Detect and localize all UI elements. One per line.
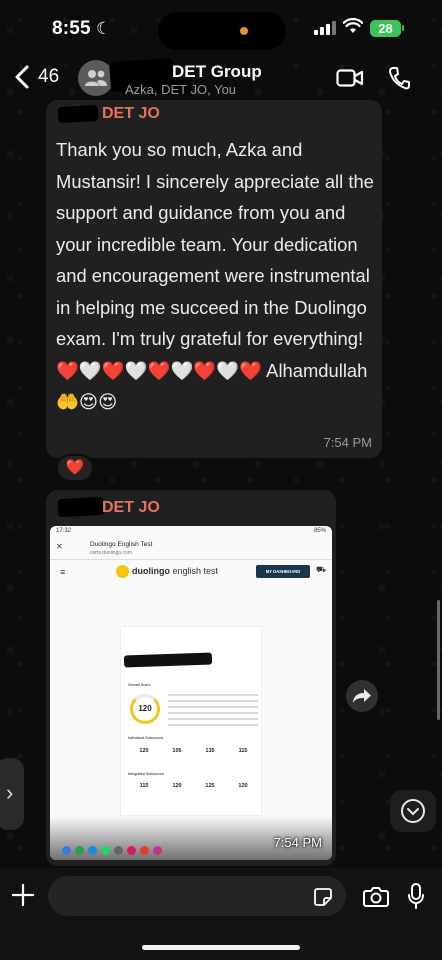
screenshot-subscore: 115 xyxy=(139,783,149,789)
screenshot-subscore: 120 xyxy=(238,783,248,789)
phone-icon[interactable] xyxy=(388,66,410,90)
message-reaction[interactable]: ❤️ xyxy=(56,454,94,482)
screenshot-subscore: 120 xyxy=(172,783,182,789)
duolingo-logo-icon xyxy=(116,565,129,578)
screenshot-dashboard-button: MY DASHBOARD xyxy=(256,565,310,578)
status-bar: 8:55 ☾ 28 xyxy=(0,0,442,60)
screenshot-status-bar: 17:32 85% xyxy=(50,526,332,538)
screenshot-browser-tab: ✕ Duolingo English Test certs.duolingo.c… xyxy=(50,538,332,560)
plus-icon[interactable] xyxy=(10,882,36,908)
screenshot-subscore: 125 xyxy=(205,783,215,789)
group-members[interactable]: Azka, DET JO, You xyxy=(125,82,236,97)
microphone-icon[interactable] xyxy=(407,882,425,910)
screenshot-tab-url: certs.duolingo.com xyxy=(90,550,132,556)
screenshot-navbar: ≡ duolingo english test MY DASHBOARD ⛟ xyxy=(50,561,332,583)
chevron-down-icon xyxy=(401,799,425,823)
screenshot-individual-label: Individual Subscores xyxy=(128,736,164,740)
close-icon: ✕ xyxy=(56,542,63,551)
scroll-to-bottom-button[interactable] xyxy=(390,790,436,832)
battery-tip xyxy=(402,25,404,31)
message-input[interactable] xyxy=(48,876,346,916)
screenshot-subscore: 105 xyxy=(172,748,182,754)
sender-name[interactable]: DET JO xyxy=(102,105,160,123)
home-indicator xyxy=(142,945,300,950)
screenshot-subscore: 120 xyxy=(139,748,149,754)
sticker-icon[interactable] xyxy=(313,887,333,907)
moon-icon: ☾ xyxy=(96,19,112,38)
signal-icon xyxy=(314,21,336,35)
chevron-right-icon: › xyxy=(6,780,14,805)
message-bubble[interactable]: DET JO Thank you so much, Azka and Musta… xyxy=(46,100,382,458)
side-panel-handle[interactable]: › xyxy=(0,758,24,830)
screenshot-overall-score: 120 xyxy=(130,694,160,724)
sender-name[interactable]: DET JO xyxy=(102,499,160,517)
redaction-mark xyxy=(57,104,99,124)
scroll-indicator xyxy=(437,600,440,720)
dynamic-island xyxy=(158,12,286,50)
chat-header: 46 DET Group Azka, DET JO, You xyxy=(0,54,442,102)
screenshot-tab-title: Duolingo English Test xyxy=(90,541,153,548)
cart-icon: ⛟ xyxy=(316,565,327,574)
screenshot-integrated-label: Integrated Subscores xyxy=(128,772,164,776)
video-call-icon[interactable] xyxy=(336,68,364,88)
message-text: Thank you so much, Azka and Mustansir! I… xyxy=(56,139,374,412)
back-chevron-icon[interactable] xyxy=(12,64,34,90)
screenshot-text-lines xyxy=(168,694,258,730)
battery-indicator: 28 xyxy=(370,20,401,37)
forward-button[interactable] xyxy=(346,680,378,712)
unread-count[interactable]: 46 xyxy=(38,66,59,88)
image-attachment[interactable]: 17:32 85% ✕ Duolingo English Test certs.… xyxy=(50,526,332,860)
group-icon xyxy=(85,70,107,86)
message-time: 7:54 PM xyxy=(273,835,322,850)
wifi-icon xyxy=(343,18,363,33)
screenshot-subscore: 115 xyxy=(238,748,248,754)
camera-icon[interactable] xyxy=(363,885,389,907)
message-time: 7:54 PM xyxy=(323,435,372,450)
duolingo-brand: duolingo english test xyxy=(132,566,219,576)
screenshot-app-dock xyxy=(62,842,262,856)
screenshot-subscore: 135 xyxy=(205,748,215,754)
menu-icon: ≡ xyxy=(60,567,66,577)
status-time: 8:55 xyxy=(52,18,91,39)
screenshot-time: 17:32 xyxy=(56,528,72,534)
group-name[interactable]: DET Group xyxy=(172,62,262,82)
message-bubble[interactable]: DET JO 17:32 85% ✕ Duolingo English Test… xyxy=(46,490,336,866)
redaction-mark xyxy=(57,496,105,518)
screenshot-battery: 85% xyxy=(313,528,326,534)
forward-icon xyxy=(353,689,371,703)
screenshot-overall-label: Overall Score xyxy=(128,683,151,687)
